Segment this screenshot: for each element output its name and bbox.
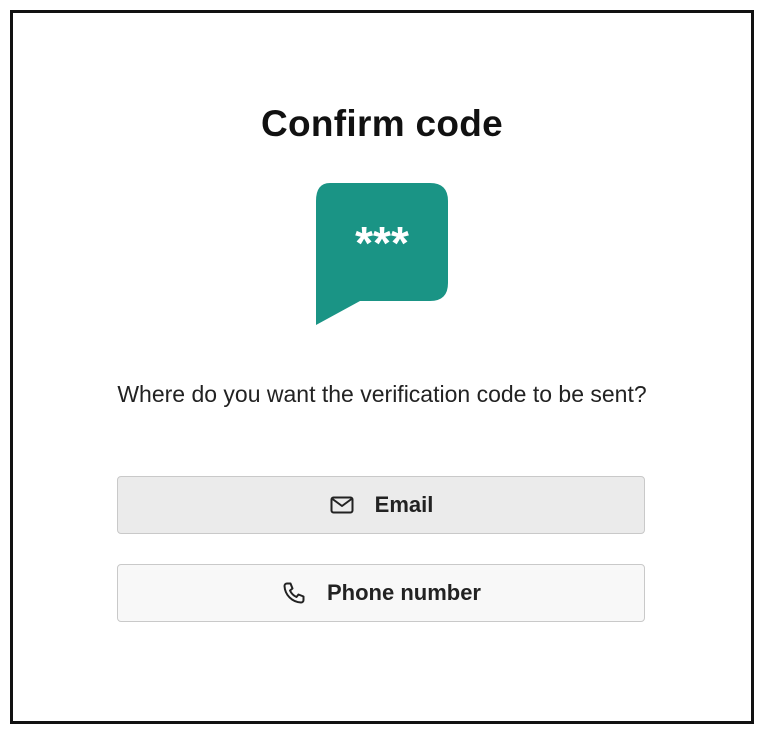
dialog-title: Confirm code [260,103,504,144]
email-option-button[interactable]: Email [117,476,645,534]
verification-prompt: Where do you want the verification code … [117,381,647,407]
masked-code-text: *** [355,217,409,269]
confirm-code-dialog: Confirm code *** Where do you want the v… [10,10,754,724]
phone-option-button[interactable]: Phone number [117,564,645,622]
envelope-icon [329,492,355,518]
phone-option-label: Phone number [326,580,481,605]
email-option-label: Email [374,492,434,517]
chat-bubble-password-icon: *** [312,183,452,328]
phone-icon [281,580,307,606]
